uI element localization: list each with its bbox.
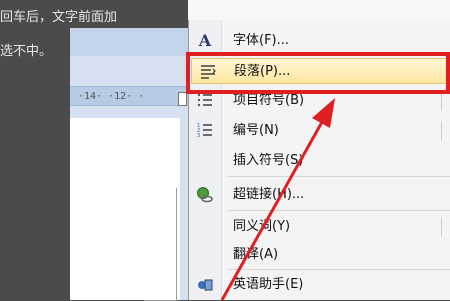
menu-item-numbering[interactable]: 123 编号(N) bbox=[189, 118, 450, 144]
background-text-line-2: 选不中。 bbox=[0, 44, 53, 59]
menu-item-insert-symbol[interactable]: 插入符号(S) bbox=[189, 148, 450, 174]
menu-item-font[interactable]: A 字体(F)... bbox=[189, 28, 450, 54]
horizontal-ruler[interactable]: ·14· ·12· · bbox=[70, 86, 188, 106]
document-window: ·14· ·12· · bbox=[70, 28, 200, 301]
menu-item-font-label: 字体(F)... bbox=[233, 33, 290, 48]
highlight-annotation-box bbox=[186, 52, 450, 94]
menu-item-translate-label: 翻译(A) bbox=[233, 247, 279, 262]
document-toolbar bbox=[70, 28, 200, 56]
menu-item-numbering-label: 编号(N) bbox=[233, 123, 279, 138]
menu-separator bbox=[227, 269, 450, 270]
submenu-divider bbox=[441, 91, 442, 111]
numbering-icon: 123 bbox=[195, 122, 215, 140]
submenu-divider bbox=[441, 121, 442, 141]
menu-item-insert-symbol-label: 插入符号(S) bbox=[233, 153, 304, 168]
menu-item-synonyms-label: 同义词(Y) bbox=[233, 219, 291, 234]
indent-marker[interactable] bbox=[178, 92, 187, 106]
submenu-divider bbox=[441, 217, 442, 237]
menu-item-english-assistant-label: 英语助手(E) bbox=[233, 277, 304, 292]
menu-separator bbox=[227, 176, 450, 177]
background-text-line-1: 回车后，文字前面加 bbox=[0, 10, 118, 25]
bullets-icon bbox=[195, 92, 215, 110]
menu-item-hyperlink[interactable]: 超链接(H)... bbox=[189, 182, 450, 208]
english-assistant-icon bbox=[195, 276, 215, 294]
menu-separator bbox=[227, 210, 450, 211]
menu-item-hyperlink-label: 超链接(H)... bbox=[233, 187, 305, 202]
menu-item-translate[interactable]: 翻译(A) bbox=[189, 242, 450, 268]
font-A-icon: A bbox=[198, 31, 212, 50]
menu-top-strip bbox=[188, 0, 450, 20]
menu-item-english-assistant[interactable]: 英语助手(E) bbox=[189, 272, 450, 298]
svg-text:3: 3 bbox=[197, 133, 200, 138]
page-margin-corner bbox=[144, 188, 177, 301]
hyperlink-icon bbox=[195, 186, 215, 204]
menu-item-synonyms[interactable]: 同义词(Y) bbox=[189, 214, 450, 240]
